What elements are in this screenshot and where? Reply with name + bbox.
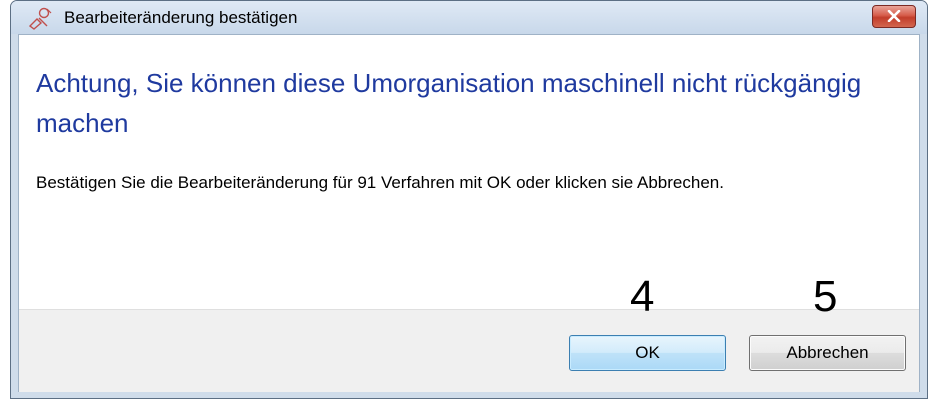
window-title: Bearbeiteränderung bestätigen [64,8,298,27]
main-instruction: Achtung, Sie können diese Umorganisation… [36,68,862,138]
content-text: Bestätigen Sie die Bearbeiteränderung fü… [36,173,724,192]
tools-icon [27,6,53,30]
close-button[interactable] [872,5,916,28]
button-bar: OK Abbrechen [19,309,919,392]
close-icon [887,7,901,26]
ok-button[interactable]: OK [569,335,726,371]
annotation-marker-cancel: 5 [813,272,838,321]
cancel-button[interactable]: Abbrechen [749,335,906,371]
title-bar[interactable]: Bearbeiteränderung bestätigen [11,1,927,34]
dialog-window: Bearbeiteränderung bestätigen OK Abbrech… [10,0,928,399]
annotation-marker-ok: 4 [630,272,655,321]
